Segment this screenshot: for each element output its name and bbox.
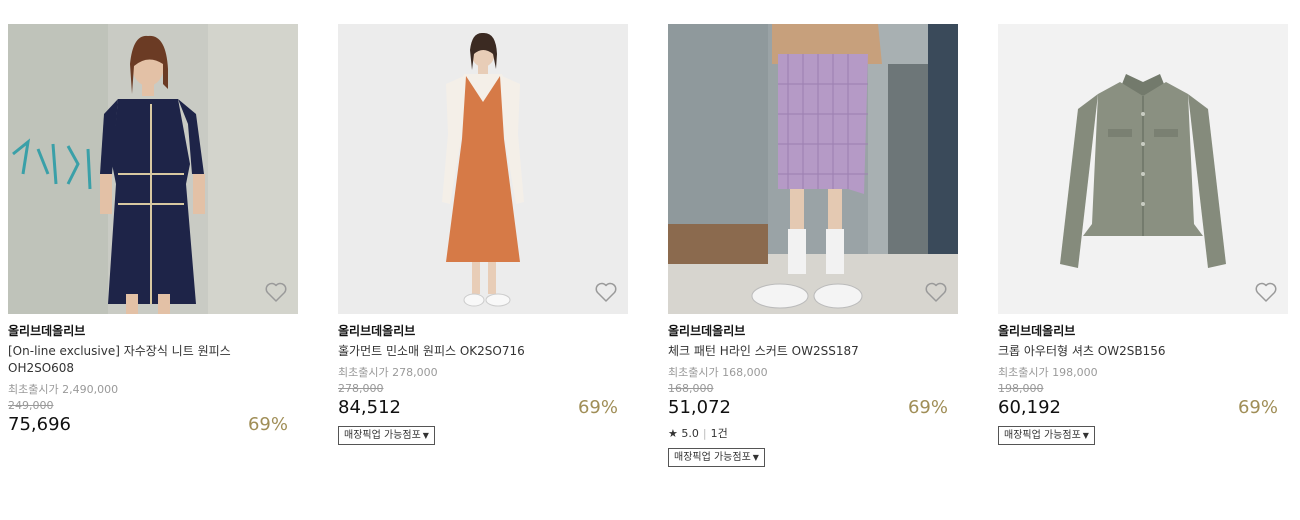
- store-pickup-dropdown[interactable]: 매장픽업 가능점포 ▼: [998, 426, 1095, 445]
- price-row: 60,192 69%: [998, 396, 1288, 420]
- divider: |: [702, 427, 707, 440]
- heart-outline-icon[interactable]: [924, 280, 948, 304]
- store-pickup-label: 매장픽업 가능점포: [674, 452, 751, 463]
- product-card[interactable]: 올리브데올리브 체크 패턴 H라인 스커트 OW2SS187 최초출시가 168…: [668, 24, 958, 467]
- product-brand[interactable]: 올리브데올리브: [338, 323, 628, 339]
- original-release-price: 최초출시가 168,000: [668, 366, 768, 379]
- heart-outline-icon[interactable]: [594, 280, 618, 304]
- product-image[interactable]: [8, 24, 298, 314]
- sale-price: 51,072: [668, 397, 731, 418]
- original-release-price: 최초출시가 198,000: [998, 366, 1098, 379]
- heart-outline-icon[interactable]: [1254, 280, 1278, 304]
- list-price: 198,000: [998, 382, 1044, 395]
- price-row: 84,512 69%: [338, 396, 628, 420]
- caret-down-icon: ▼: [422, 431, 429, 440]
- product-image[interactable]: [338, 24, 628, 314]
- original-release-price: 최초출시가 2,490,000: [8, 383, 119, 396]
- product-card[interactable]: 올리브데올리브 홀가먼트 민소매 원피스 OK2SO716 최초출시가 278,…: [338, 24, 628, 445]
- caret-down-icon: ▼: [752, 453, 759, 462]
- product-name[interactable]: 홀가먼트 민소매 원피스 OK2SO716: [338, 343, 588, 360]
- review-count: 1건: [710, 427, 728, 440]
- discount-rate: 69%: [577, 397, 618, 418]
- sale-price: 84,512: [338, 397, 401, 418]
- discount-rate: 69%: [247, 414, 288, 435]
- list-price: 278,000: [338, 382, 384, 395]
- store-pickup-label: 매장픽업 가능점포: [1004, 430, 1081, 441]
- store-pickup-dropdown[interactable]: 매장픽업 가능점포 ▼: [668, 448, 765, 467]
- product-name[interactable]: [On-line exclusive] 자수장식 니트 원피스 OH2SO608: [8, 343, 258, 377]
- product-card[interactable]: 올리브데올리브 크롭 아우터형 셔츠 OW2SB156 최초출시가 198,00…: [998, 24, 1288, 445]
- discount-rate: 69%: [1237, 397, 1278, 418]
- product-image[interactable]: [668, 24, 958, 314]
- sale-price: 75,696: [8, 414, 71, 435]
- list-price: 168,000: [668, 382, 714, 395]
- caret-down-icon: ▼: [1082, 431, 1089, 440]
- product-brand[interactable]: 올리브데올리브: [668, 323, 958, 339]
- product-brand[interactable]: 올리브데올리브: [8, 323, 298, 339]
- discount-rate: 69%: [907, 397, 948, 418]
- original-release-price: 최초출시가 278,000: [338, 366, 438, 379]
- product-brand[interactable]: 올리브데올리브: [998, 323, 1288, 339]
- product-card[interactable]: 올리브데올리브 [On-line exclusive] 자수장식 니트 원피스 …: [8, 24, 298, 437]
- product-name[interactable]: 체크 패턴 H라인 스커트 OW2SS187: [668, 343, 918, 360]
- product-image[interactable]: [998, 24, 1288, 314]
- list-price: 249,000: [8, 399, 54, 412]
- store-pickup-label: 매장픽업 가능점포: [344, 430, 421, 441]
- price-row: 51,072 69%: [668, 396, 958, 420]
- rating-score: 5.0: [681, 427, 699, 440]
- product-name[interactable]: 크롭 아우터형 셔츠 OW2SB156: [998, 343, 1248, 360]
- store-pickup-dropdown[interactable]: 매장픽업 가능점포 ▼: [338, 426, 435, 445]
- price-row: 75,696 69%: [8, 413, 298, 437]
- heart-outline-icon[interactable]: [264, 280, 288, 304]
- sale-price: 60,192: [998, 397, 1061, 418]
- rating-summary: ★ 5.0 | 1건: [668, 426, 958, 442]
- star-icon: ★: [668, 427, 678, 440]
